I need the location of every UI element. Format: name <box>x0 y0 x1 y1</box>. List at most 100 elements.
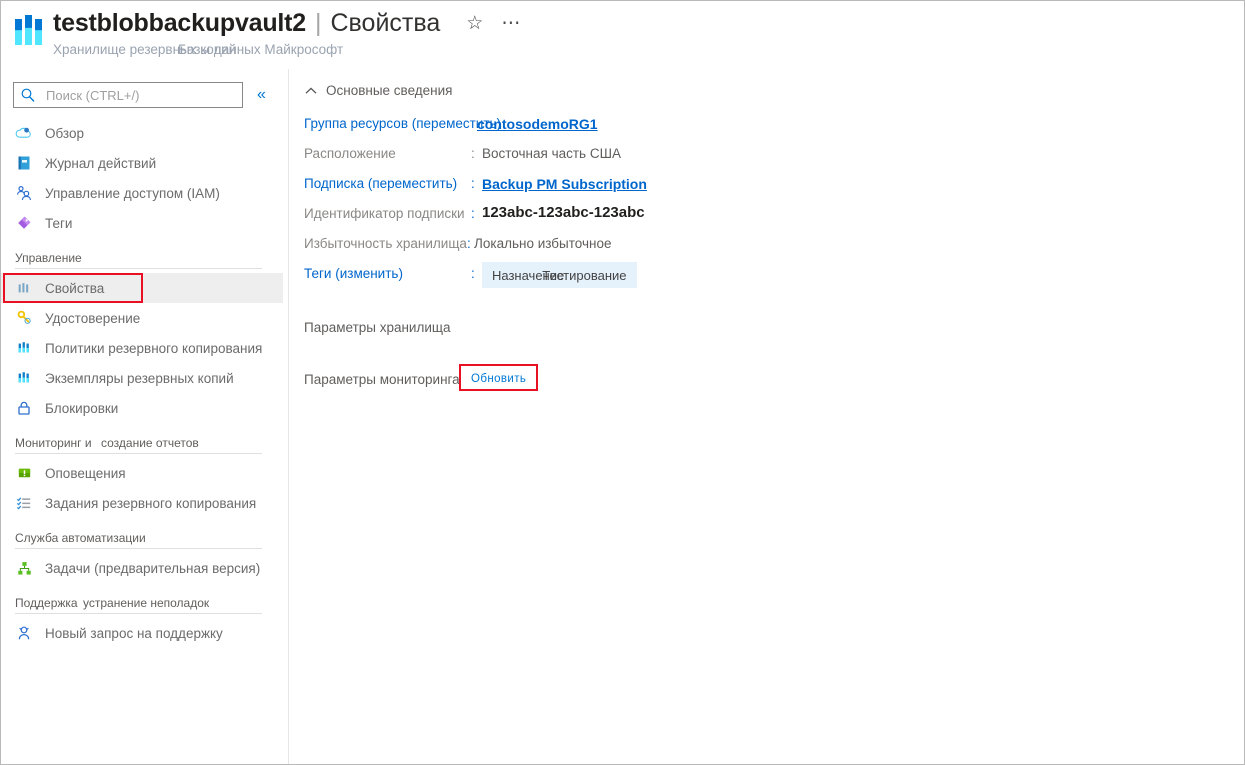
sidebar-item-label: Управление доступом (IAM) <box>45 185 220 201</box>
property-resource-group: Группа ресурсов (переместить) contosodem… <box>304 112 1244 142</box>
sidebar-item-label: Задачи (предварительная версия) <box>45 560 261 576</box>
property-value[interactable]: Backup PM Subscription <box>482 176 647 192</box>
sidebar-nav-list: Обзор Журнал действий Управление доступо… <box>1 118 288 648</box>
property-label[interactable]: Группа ресурсов (переместить) <box>304 116 501 131</box>
sidebar-group-header-management: Управление <box>1 238 288 268</box>
group-title-part1: Служба автоматизации <box>15 531 146 545</box>
support-request-icon <box>15 624 33 642</box>
activity-log-icon <box>15 154 33 172</box>
property-subscription-id: Идентификатор подписки : 123abc-123abc-1… <box>304 202 1244 232</box>
access-control-icon <box>15 184 33 202</box>
property-subscription: Подписка (переместить) : Backup PM Subsc… <box>304 172 1244 202</box>
property-value: Локально избыточное <box>474 236 612 251</box>
essentials-label: Основные сведения <box>326 83 453 98</box>
page-title: Свойства <box>330 9 441 37</box>
group-divider <box>15 453 262 454</box>
sidebar-item-access-control[interactable]: Управление доступом (IAM) <box>1 178 288 208</box>
sidebar-search-row: « <box>1 77 288 118</box>
sidebar-item-label: Удостоверение <box>45 310 141 326</box>
sidebar-item-label: Теги <box>45 215 73 231</box>
sidebar-group-header-monitoring: Мониторинг и создание отчетов <box>1 423 288 453</box>
tasks-icon <box>15 559 33 577</box>
tag-value: Тестирование <box>542 267 627 283</box>
group-divider <box>15 268 262 269</box>
sidebar-item-backup-jobs[interactable]: Задания резервного копирования <box>1 488 288 518</box>
lock-icon <box>15 399 33 417</box>
property-colon: : <box>471 146 475 161</box>
property-storage-redundancy: Избыточность хранилища : Локально избыто… <box>304 232 1244 262</box>
property-label[interactable]: Теги (изменить) <box>304 266 403 281</box>
search-input[interactable] <box>44 86 236 104</box>
tag-icon <box>15 214 33 232</box>
sidebar-item-tags[interactable]: Теги <box>1 208 288 238</box>
sidebar-item-label: Оповещения <box>45 465 126 481</box>
alerts-icon <box>15 464 33 482</box>
property-value: 123abc-123abc-123abc <box>482 204 645 221</box>
monitoring-settings-section: Параметры мониторинга Обновить <box>304 364 1244 402</box>
sidebar-item-label: Журнал действий <box>45 155 157 171</box>
essentials-section-header[interactable]: Основные сведения <box>304 83 1244 98</box>
group-divider <box>15 613 262 614</box>
main-content: Основные сведения Группа ресурсов (перем… <box>290 69 1244 764</box>
sidebar-item-label: Обзор <box>45 125 84 141</box>
search-box[interactable] <box>13 82 243 108</box>
sidebar-item-label: Свойства <box>45 280 105 296</box>
backup-policies-icon <box>15 339 33 357</box>
sidebar-item-label: Политики резервного копирования <box>45 340 263 356</box>
group-title-part2: устранение неполадок <box>83 596 210 610</box>
storage-settings-section: Параметры хранилища <box>304 316 1244 350</box>
sidebar-group-header-automation: Служба автоматизации <box>1 518 288 548</box>
group-title-part1: Управление <box>15 251 82 265</box>
ellipsis-icon[interactable]: ⋯ <box>501 14 521 33</box>
subtitle-secondary: Базы данных Майкрософт <box>178 42 344 57</box>
sidebar-item-alerts[interactable]: Оповещения <box>1 458 288 488</box>
sidebar-item-activity-log[interactable]: Журнал действий <box>1 148 288 178</box>
sidebar-item-backup-instances[interactable]: Экземпляры резервных копий <box>1 363 288 393</box>
blade-header: testblobbackupvault2 | Свойства ☆ ⋯ Хран… <box>1 1 1244 69</box>
identity-key-icon <box>15 309 33 327</box>
sidebar-item-tasks[interactable]: Задачи (предварительная версия) <box>1 553 288 583</box>
sidebar-item-new-support-request[interactable]: Новый запрос на поддержку <box>1 618 288 648</box>
property-colon: : <box>471 176 475 191</box>
star-icon[interactable]: ☆ <box>466 14 483 33</box>
sidebar-item-locks[interactable]: Блокировки <box>1 393 288 423</box>
collapse-sidebar-button[interactable]: « <box>257 87 266 103</box>
azure-portal-blade: testblobbackupvault2 | Свойства ☆ ⋯ Хран… <box>0 0 1245 765</box>
property-value: Восточная часть США <box>482 146 621 161</box>
refresh-highlight-box: Обновить <box>459 364 539 391</box>
tag-chip[interactable]: Назначение Тестирование <box>482 262 637 288</box>
property-label[interactable]: Подписка (переместить) <box>304 176 457 191</box>
resource-name: testblobbackupvault2 <box>53 9 306 37</box>
property-value[interactable]: contosodemoRG1 <box>477 116 598 132</box>
group-divider <box>15 548 262 549</box>
group-title-part1: Поддержка <box>15 596 78 610</box>
sidebar-item-backup-policies[interactable]: Политики резервного копирования <box>1 333 288 363</box>
sidebar-item-identity[interactable]: Удостоверение <box>1 303 288 333</box>
sidebar-group-header-support: Поддержка устранение неполадок <box>1 583 288 613</box>
property-tags: Теги (изменить) : Назначение Тестировани… <box>304 262 1244 298</box>
monitoring-settings-label: Параметры мониторинга <box>304 372 460 387</box>
sidebar-item-label: Блокировки <box>45 400 119 416</box>
storage-settings-label: Параметры хранилища <box>304 320 451 335</box>
sidebar-item-label: Задания резервного копирования <box>45 495 257 511</box>
backup-jobs-icon <box>15 494 33 512</box>
property-colon: : <box>471 206 475 221</box>
chevron-up-icon <box>305 86 317 94</box>
backup-vault-icon <box>15 15 43 45</box>
properties-icon <box>15 279 33 297</box>
search-icon <box>21 88 35 102</box>
property-location: Расположение : Восточная часть США <box>304 142 1244 172</box>
group-title-part2: создание отчетов <box>101 436 199 450</box>
blade-sidebar: « Обзор <box>1 69 289 764</box>
property-colon: : <box>471 266 475 281</box>
sidebar-item-properties[interactable]: Свойства <box>1 273 283 303</box>
backup-instances-icon <box>15 369 33 387</box>
sidebar-item-label: Новый запрос на поддержку <box>45 625 223 641</box>
cloud-icon <box>15 124 33 142</box>
group-title-part1: Мониторинг и <box>15 436 92 450</box>
sidebar-item-label: Экземпляры резервных копий <box>45 370 234 386</box>
refresh-button[interactable]: Обновить <box>471 373 526 385</box>
sidebar-item-overview[interactable]: Обзор <box>1 118 288 148</box>
property-label: Идентификатор подписки <box>304 206 465 221</box>
blade-title-line: testblobbackupvault2 | Свойства ☆ ⋯ <box>53 11 1244 36</box>
